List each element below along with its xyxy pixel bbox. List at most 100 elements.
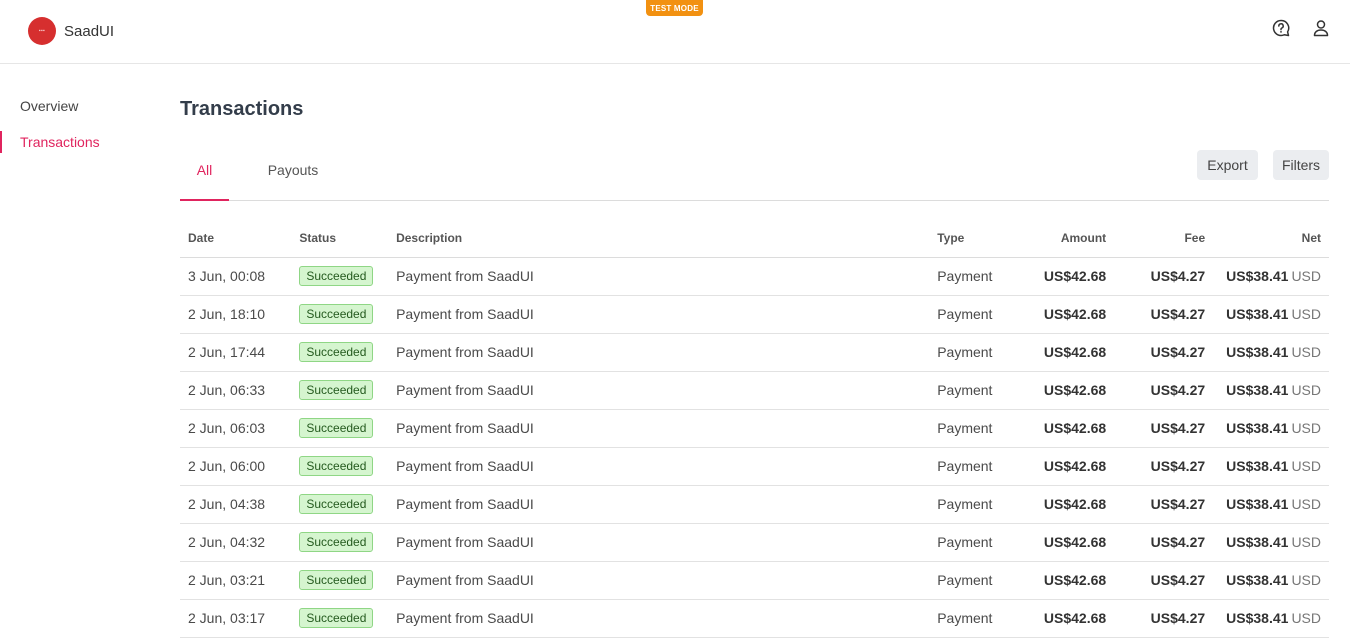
- net-amount: US$38.41: [1226, 420, 1289, 436]
- tab-bar: All Payouts: [180, 150, 1329, 201]
- table-row[interactable]: 3 Jun, 00:08 Succeeded Payment from SaadUI…: [180, 257, 1329, 295]
- net-amount: US$38.41: [1226, 268, 1289, 284]
- cell-status: Succeeded: [291, 371, 388, 409]
- cell-date: 2 Jun, 03:21: [188, 572, 266, 588]
- cell-fee: US$4.27: [1150, 534, 1206, 550]
- table-row[interactable]: 2 Jun, 04:38 Succeeded Payment from SaadUI…: [180, 485, 1329, 523]
- cell-net: US$38.41 USD: [1213, 409, 1329, 447]
- cell-type: Payment: [937, 610, 993, 626]
- cell-status: Succeeded: [291, 409, 388, 447]
- column-header-amount[interactable]: Amount: [1000, 219, 1114, 257]
- status-badge: Succeeded: [299, 418, 374, 438]
- status-badge: Succeeded: [299, 532, 374, 552]
- cell-status: Succeeded: [291, 295, 388, 333]
- cell-status: Succeeded: [291, 447, 388, 485]
- sidebar-item-transactions[interactable]: Transactions: [0, 131, 140, 153]
- net-currency: USD: [1291, 382, 1321, 398]
- status-badge: Succeeded: [299, 456, 374, 476]
- cell-amount: US$42.68: [1043, 268, 1107, 284]
- column-header-status[interactable]: Status: [291, 219, 388, 257]
- cell-amount: US$42.68: [1043, 534, 1107, 550]
- brand-logo-mark: ▪▪▪: [38, 28, 46, 34]
- table-row[interactable]: 2 Jun, 03:21 Succeeded Payment from SaadUI…: [180, 561, 1329, 599]
- net-currency: USD: [1291, 610, 1321, 626]
- net-amount: US$38.41: [1226, 344, 1289, 360]
- column-header-net[interactable]: Net: [1213, 219, 1329, 257]
- net-amount: US$38.41: [1226, 610, 1289, 626]
- tab-payouts[interactable]: Payouts: [260, 150, 326, 201]
- cell-status: Succeeded: [291, 599, 388, 637]
- net-currency: USD: [1291, 306, 1321, 322]
- table-row[interactable]: 2 Jun, 06:00 Succeeded Payment from SaadUI…: [180, 447, 1329, 485]
- filters-button[interactable]: Filters: [1273, 150, 1329, 180]
- cell-status: Succeeded: [291, 523, 388, 561]
- cell-date: 2 Jun, 06:00: [188, 458, 266, 474]
- cell-amount: US$42.68: [1043, 496, 1107, 512]
- cell-date: 2 Jun, 06:03: [188, 420, 266, 436]
- status-badge: Succeeded: [299, 494, 374, 514]
- cell-net: US$38.41 USD: [1213, 523, 1329, 561]
- cell-description: Payment from SaadUI: [396, 572, 534, 588]
- brand[interactable]: ▪▪▪ SaadUI: [28, 17, 114, 45]
- cell-net: US$38.41 USD: [1213, 333, 1329, 371]
- net-amount: US$38.41: [1226, 458, 1289, 474]
- help-icon[interactable]: [1272, 19, 1290, 37]
- table-row[interactable]: 2 Jun, 06:03 Succeeded Payment from SaadUI…: [180, 409, 1329, 447]
- cell-status: Succeeded: [291, 561, 388, 599]
- cell-date: 2 Jun, 04:32: [188, 534, 266, 550]
- table-row[interactable]: 2 Jun, 17:44 Succeeded Payment from SaadUI…: [180, 333, 1329, 371]
- table-header-row: Date Status Description Type Amount Fee …: [180, 219, 1329, 257]
- table-row[interactable]: 2 Jun, 03:17 Succeeded Payment from SaadUI…: [180, 599, 1329, 637]
- cell-net: US$38.41 USD: [1213, 447, 1329, 485]
- cell-fee: US$4.27: [1150, 420, 1206, 436]
- cell-amount: US$42.68: [1043, 382, 1107, 398]
- cell-status: Succeeded: [291, 333, 388, 371]
- column-header-fee[interactable]: Fee: [1114, 219, 1213, 257]
- user-icon[interactable]: [1312, 19, 1330, 37]
- cell-type: Payment: [937, 458, 993, 474]
- net-amount: US$38.41: [1226, 572, 1289, 588]
- net-currency: USD: [1291, 344, 1321, 360]
- test-mode-badge: TEST MODE: [646, 0, 703, 16]
- column-header-type[interactable]: Type: [929, 219, 1000, 257]
- net-currency: USD: [1291, 496, 1321, 512]
- net-amount: US$38.41: [1226, 382, 1289, 398]
- page-title: Transactions: [180, 98, 304, 120]
- status-badge: Succeeded: [299, 608, 374, 628]
- cell-amount: US$42.68: [1043, 572, 1107, 588]
- table-row[interactable]: 2 Jun, 06:33 Succeeded Payment from SaadUI…: [180, 371, 1329, 409]
- column-header-description[interactable]: Description: [388, 219, 929, 257]
- cell-description: Payment from SaadUI: [396, 534, 534, 550]
- transactions-table: Date Status Description Type Amount Fee …: [180, 219, 1329, 638]
- cell-status: Succeeded: [291, 485, 388, 523]
- cell-fee: US$4.27: [1150, 496, 1206, 512]
- cell-type: Payment: [937, 268, 993, 284]
- cell-description: Payment from SaadUI: [396, 344, 534, 360]
- table-row[interactable]: 2 Jun, 04:32 Succeeded Payment from SaadUI…: [180, 523, 1329, 561]
- cell-type: Payment: [937, 534, 993, 550]
- cell-description: Payment from SaadUI: [396, 610, 534, 626]
- cell-description: Payment from SaadUI: [396, 382, 534, 398]
- tab-all[interactable]: All: [180, 150, 229, 201]
- cell-type: Payment: [937, 572, 993, 588]
- export-button[interactable]: Export: [1197, 150, 1258, 180]
- cell-net: US$38.41 USD: [1213, 485, 1329, 523]
- cell-type: Payment: [937, 496, 993, 512]
- cell-amount: US$42.68: [1043, 458, 1107, 474]
- status-badge: Succeeded: [299, 304, 374, 324]
- cell-type: Payment: [937, 382, 993, 398]
- net-amount: US$38.41: [1226, 534, 1289, 550]
- status-badge: Succeeded: [299, 342, 374, 362]
- net-currency: USD: [1291, 458, 1321, 474]
- cell-description: Payment from SaadUI: [396, 268, 534, 284]
- net-currency: USD: [1291, 572, 1321, 588]
- cell-type: Payment: [937, 420, 993, 436]
- cell-date: 2 Jun, 18:10: [188, 306, 266, 322]
- sidebar-item-overview[interactable]: Overview: [0, 95, 140, 117]
- table-row[interactable]: 2 Jun, 18:10 Succeeded Payment from SaadUI…: [180, 295, 1329, 333]
- column-header-date[interactable]: Date: [180, 219, 291, 257]
- status-badge: Succeeded: [299, 380, 374, 400]
- cell-fee: US$4.27: [1150, 268, 1206, 284]
- brand-name[interactable]: SaadUI: [64, 23, 114, 40]
- brand-logo[interactable]: ▪▪▪: [28, 17, 56, 45]
